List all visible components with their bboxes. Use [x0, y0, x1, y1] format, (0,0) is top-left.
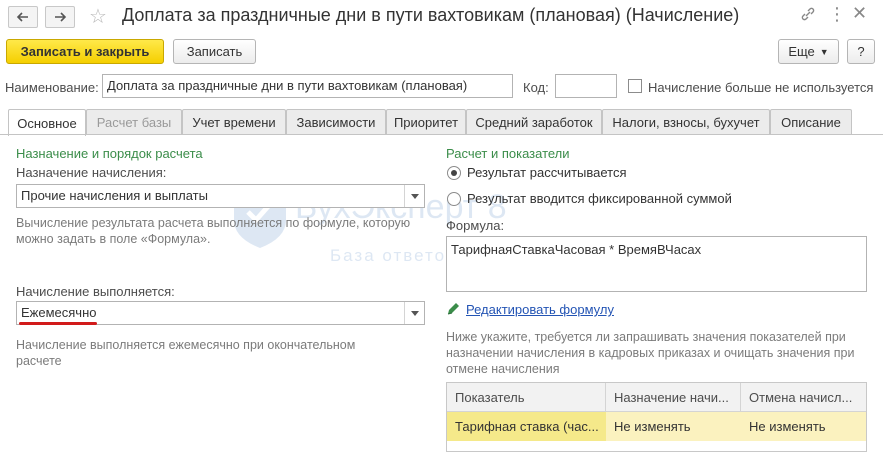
back-button[interactable] — [8, 6, 38, 28]
table-cell-cancellation[interactable]: Не изменять — [741, 412, 866, 441]
not-used-checkbox[interactable] — [628, 79, 642, 93]
purpose-select[interactable]: Прочие начисления и выплаты — [16, 184, 425, 208]
pencil-icon — [446, 302, 460, 319]
name-input[interactable]: Доплата за праздничные дни в пути вахтов… — [102, 74, 513, 98]
tab-priority[interactable]: Приоритет — [386, 109, 466, 135]
purpose-select-value: Прочие начисления и выплаты — [21, 188, 208, 203]
purpose-section-title: Назначение и порядок расчета — [16, 146, 203, 161]
save-and-close-button[interactable]: Записать и закрыть — [6, 39, 164, 64]
column-header-assignment[interactable]: Назначение начи... — [606, 383, 741, 412]
performed-label: Начисление выполняется: — [16, 284, 175, 299]
formula-label: Формула: — [446, 218, 505, 233]
more-menu-label: Еще — [788, 44, 815, 59]
dropdown-caret-icon: ▼ — [819, 46, 829, 57]
purpose-hint: Вычисление результата расчета выполняетс… — [16, 216, 411, 246]
code-input[interactable] — [555, 74, 617, 98]
help-button[interactable]: ? — [847, 39, 875, 64]
radio-result-fixed-label: Результат вводится фиксированной суммой — [467, 191, 732, 206]
table-cell-indicator[interactable]: Тарифная ставка (час... — [447, 412, 606, 441]
name-label: Наименование: — [5, 80, 99, 95]
column-header-indicator[interactable]: Показатель — [447, 383, 606, 412]
calculation-section-title: Расчет и показатели — [446, 146, 570, 161]
arrow-left-icon — [16, 12, 28, 22]
tab-taxes-accounting[interactable]: Налоги, взносы, бухучет — [602, 109, 770, 135]
indicators-hint: Ниже укажите, требуется ли запрашивать з… — [446, 330, 855, 376]
arrow-right-icon — [55, 12, 67, 22]
tab-average-earnings[interactable]: Средний заработок — [466, 109, 602, 135]
tab-description[interactable]: Описание — [770, 109, 852, 135]
radio-result-calculated-label: Результат рассчитывается — [467, 165, 627, 180]
more-menu-button[interactable]: Еще ▼ — [778, 39, 839, 64]
radio-result-fixed[interactable] — [447, 192, 461, 206]
highlight-underline — [19, 322, 97, 325]
forward-button[interactable] — [45, 6, 75, 28]
favorite-star-icon[interactable]: ☆ — [89, 4, 107, 29]
indicators-table: Показатель Назначение начи... Отмена нач… — [446, 382, 867, 452]
formula-textarea[interactable]: ТарифнаяСтавкаЧасовая * ВремяВЧасах — [446, 236, 867, 292]
tab-divider — [0, 134, 883, 135]
table-cell-assignment[interactable]: Не изменять — [606, 412, 741, 441]
column-header-cancellation[interactable]: Отмена начисл... — [741, 383, 866, 412]
dropdown-caret-icon[interactable] — [404, 302, 424, 324]
not-used-label: Начисление больше не используется — [648, 80, 874, 95]
save-button[interactable]: Записать — [173, 39, 256, 64]
more-dots-icon[interactable]: ⋮ — [828, 4, 846, 25]
performed-hint: Начисление выполняется ежемесячно при ок… — [16, 338, 356, 368]
radio-result-calculated[interactable] — [447, 166, 461, 180]
tab-main[interactable]: Основное — [8, 109, 86, 136]
close-icon[interactable]: ✕ — [852, 3, 867, 24]
code-label: Код: — [523, 80, 549, 95]
tab-time-accounting[interactable]: Учет времени — [182, 109, 286, 135]
dropdown-caret-icon[interactable] — [404, 185, 424, 207]
purpose-label: Назначение начисления: — [16, 165, 167, 180]
tab-dependencies[interactable]: Зависимости — [286, 109, 386, 135]
tab-base-calculation[interactable]: Расчет базы — [86, 109, 182, 135]
window-title: Доплата за праздничные дни в пути вахтов… — [122, 5, 740, 25]
edit-formula-link[interactable]: Редактировать формулу — [466, 302, 614, 317]
performed-select-value: Ежемесячно — [21, 305, 97, 320]
link-icon[interactable] — [800, 6, 816, 25]
